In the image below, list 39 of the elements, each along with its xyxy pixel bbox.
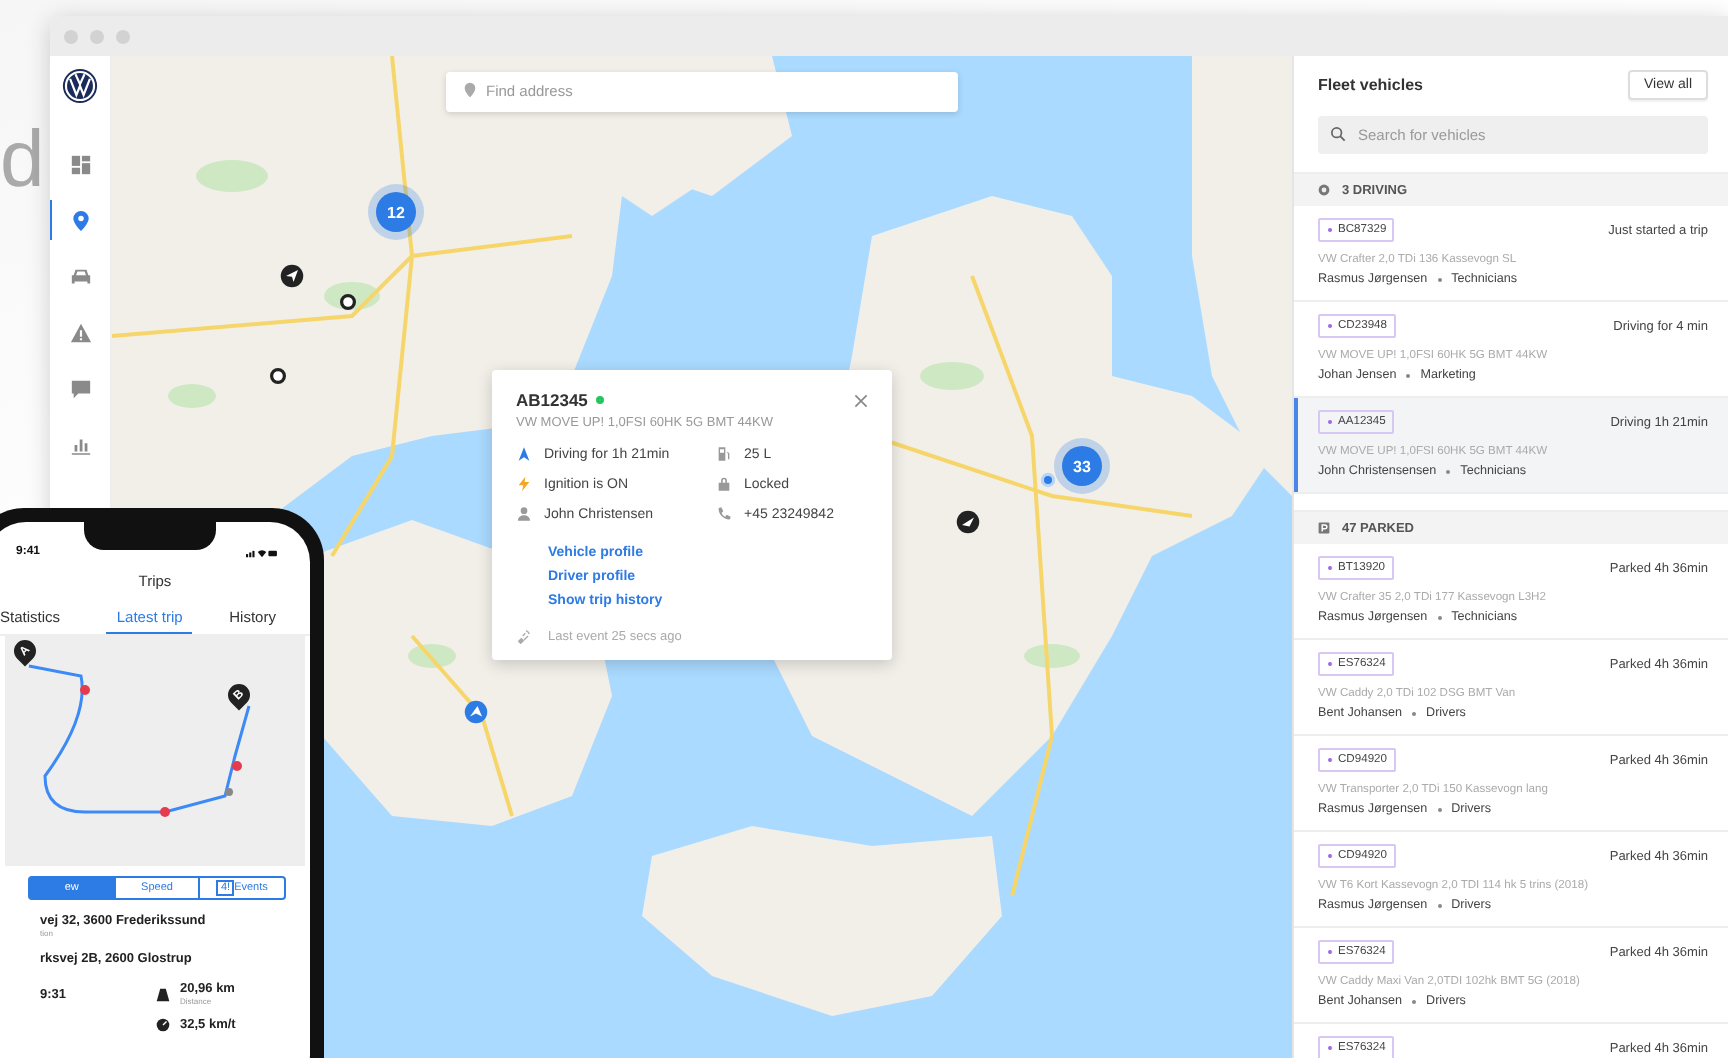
search-icon: [1330, 125, 1346, 141]
location-pin-icon: [462, 82, 478, 98]
vehicle-marker-icon[interactable]: [956, 510, 980, 534]
person-icon: [516, 506, 532, 522]
navigation-arrow-icon: [516, 446, 532, 462]
separator-dot: [1437, 807, 1442, 811]
phone-icon: [716, 506, 732, 522]
vehicle-marker-icon[interactable]: [280, 264, 304, 288]
fuel-pump-icon: [716, 446, 732, 462]
close-icon[interactable]: [854, 393, 868, 407]
lock-icon: [716, 476, 732, 492]
vehicle-plate-text: AB12345: [516, 390, 588, 410]
road-icon: [156, 987, 170, 1001]
status-icons-icon: [246, 547, 278, 557]
speedometer-icon: [156, 1018, 170, 1032]
chat-icon: [69, 377, 91, 399]
separator-dot: [1437, 903, 1442, 907]
car-icon: [69, 265, 91, 287]
separator-dot: [1412, 711, 1417, 715]
dashboard-icon: [69, 153, 91, 175]
vehicle-marker-icon[interactable]: [464, 700, 488, 724]
location-dot-icon: [1040, 472, 1056, 488]
steering-wheel-icon: [1318, 184, 1330, 196]
warning-icon: [69, 321, 91, 343]
separator-dot: [1446, 469, 1451, 473]
location-pin-icon: [70, 209, 92, 231]
separator-dot: [1437, 615, 1442, 619]
background-heading-text: d: [0, 120, 45, 200]
parked-marker-icon[interactable]: [270, 368, 286, 384]
separator-dot: [1406, 373, 1411, 377]
panel-title: Fleet vehicles: [1318, 76, 1423, 94]
logo-icon[interactable]: [62, 68, 98, 104]
separator-dot: [1412, 999, 1417, 1003]
signal-icon: [516, 628, 532, 644]
parked-marker-icon[interactable]: [340, 294, 356, 310]
separator-dot: [1437, 277, 1442, 281]
lightning-icon: [516, 476, 532, 492]
phone-notch: [84, 522, 216, 550]
parking-icon: [1318, 522, 1330, 534]
